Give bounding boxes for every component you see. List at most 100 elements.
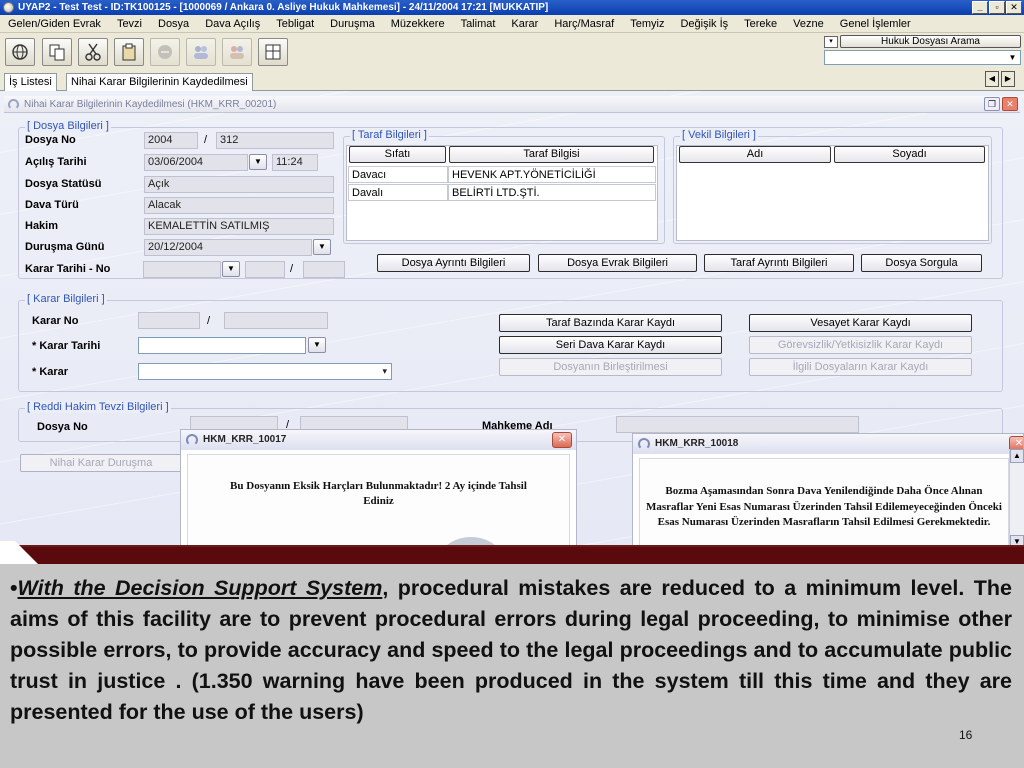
window-title: UYAP2 - Test Test - ID:TK100125 - [10000… (18, 2, 549, 13)
taraf-row-2-bilgi[interactable]: BELİRTİ LTD.ŞTİ. (448, 184, 656, 201)
taraf-col-bilgisi[interactable]: Taraf Bilgisi (449, 146, 654, 163)
durusma-gunu-dropdown[interactable]: ▼ (313, 239, 331, 255)
karar-no-num-field[interactable] (224, 312, 328, 329)
stop-button[interactable] (150, 38, 180, 66)
karar-tarihi-dropdown-button[interactable]: ▼ (308, 337, 326, 353)
vesayet-karar-button[interactable]: Vesayet Karar Kaydı (749, 314, 972, 332)
karar-no-year-field[interactable] (138, 312, 200, 329)
close-button[interactable]: ✕ (1006, 1, 1022, 14)
search-dropdown-toggle[interactable]: ▾ (824, 36, 838, 48)
menu-item-6[interactable]: Duruşma (322, 15, 383, 33)
tab-prev-button[interactable]: ◀ (985, 71, 999, 87)
dosya-no-year-field[interactable]: 2004 (144, 132, 198, 149)
inner-restore-button[interactable]: ❐ (984, 97, 1000, 111)
durusma-gunu-field[interactable]: 20/12/2004 (144, 239, 312, 256)
globe-button[interactable] (5, 38, 35, 66)
karar-no-year-field[interactable] (245, 261, 285, 278)
dosya-bilgileri-title: [ Dosya Bilgileri ] (25, 120, 111, 132)
chevron-down-icon: ▼ (318, 242, 326, 251)
menu-item-1[interactable]: Gelen/Giden Evrak (0, 15, 109, 33)
calculator-button[interactable] (258, 38, 288, 66)
gorevsizlik-karar-button[interactable]: Görevsizlik/Yetkisizlik Karar Kaydı (749, 336, 972, 354)
durusma-gunu-label: Duruşma Günü (25, 241, 105, 253)
users-button[interactable] (186, 38, 216, 66)
chevron-down-icon: ▼ (313, 340, 321, 349)
group-icon (230, 46, 244, 59)
maximize-button[interactable]: ▫ (989, 1, 1005, 14)
dialog-10017-body: Bu Dosyanın Eksik Harçları Bulunmaktadır… (187, 454, 570, 549)
hakim-field[interactable]: KEMALETTİN SATILMIŞ (144, 218, 334, 235)
cut-icon (85, 43, 101, 61)
main-scrollbar[interactable]: ▲ ▼ (1009, 449, 1024, 549)
stop-icon (158, 45, 172, 59)
menu-item-5[interactable]: Tebligat (268, 15, 322, 33)
scroll-up-icon[interactable]: ▲ (1010, 449, 1024, 463)
calculator-icon (265, 44, 281, 60)
cut-button[interactable] (78, 38, 108, 66)
seri-dava-karar-button[interactable]: Seri Dava Karar Kaydı (499, 336, 722, 354)
dosya-no-num-field[interactable]: 312 (216, 132, 334, 149)
menu-item-8[interactable]: Talimat (453, 15, 504, 33)
tab-next-button[interactable]: ▶ (1001, 71, 1015, 87)
karar-select[interactable]: ▾ (138, 363, 392, 380)
vekil-col-adi[interactable]: Adı (679, 146, 831, 163)
minimize-button[interactable]: _ (972, 1, 988, 14)
karar-tarihi-input[interactable] (138, 337, 306, 354)
hukuk-dosyasi-arama-button[interactable]: Hukuk Dosyası Arama (840, 35, 1021, 48)
uyap-logo-icon (186, 434, 198, 446)
karar-tarihi-dropdown[interactable]: ▼ (222, 261, 240, 277)
dosya-birlestirme-button[interactable]: Dosyanın Birleştirilmesi (499, 358, 722, 376)
dava-turu-field[interactable]: Alacak (144, 197, 334, 214)
menu-item-10[interactable]: Harç/Masraf (546, 15, 622, 33)
menu-item-15[interactable]: Genel İşlemler (832, 15, 919, 33)
inner-close-button[interactable]: ✕ (1002, 97, 1018, 111)
reddi-dosya-no-label: Dosya No (37, 421, 88, 433)
dialog-10018-title-bar: HKM_KRR_10018 ✕ (633, 434, 1023, 454)
search-select[interactable]: ▼ (824, 50, 1021, 65)
menu-item-7[interactable]: Müzekkere (383, 15, 453, 33)
chevron-down-icon: ▼ (227, 264, 235, 273)
dosya-sorgula-button[interactable]: Dosya Sorgula (861, 254, 982, 272)
tab-nihai-karar[interactable]: Nihai Karar Bilgilerinin Kaydedilmesi (66, 73, 253, 91)
menu-item-14[interactable]: Vezne (785, 15, 832, 33)
karar-no-num-field[interactable] (303, 261, 345, 278)
acilis-tarihi-field[interactable]: 03/06/2004 (144, 154, 248, 171)
menu-item-9[interactable]: Karar (503, 15, 546, 33)
ilgili-dosyalar-karar-button[interactable]: İlgili Dosyaların Karar Kaydı (749, 358, 972, 376)
karar-tarihi-no-separator: / (290, 263, 294, 275)
taraf-row-1-sifat[interactable]: Davacı (348, 166, 448, 183)
group-button[interactable] (222, 38, 252, 66)
app-title-bar[interactable]: UYAP2 - Test Test - ID:TK100125 - [10000… (0, 0, 1024, 15)
inner-window-controls: ❐ ✕ (984, 97, 1018, 111)
menu-item-4[interactable]: Dava Açılış (197, 15, 268, 33)
acilis-saati-field[interactable]: 11:24 (272, 154, 318, 171)
dialog-10017-title-bar: HKM_KRR_10017 ✕ (181, 430, 576, 450)
mahkeme-adi-field[interactable] (616, 416, 859, 433)
tab-is-listesi[interactable]: İş Listesi (4, 73, 57, 91)
menu-item-12[interactable]: Değişik İş (672, 15, 736, 33)
uyap-logo-icon (638, 438, 650, 450)
hakim-label: Hakim (25, 220, 59, 232)
copy-button[interactable] (42, 38, 72, 66)
dosya-evrak-button[interactable]: Dosya Evrak Bilgileri (538, 254, 697, 272)
karar-tarihi-field[interactable] (143, 261, 221, 278)
menu-item-11[interactable]: Temyiz (622, 15, 672, 33)
menu-item-13[interactable]: Tereke (736, 15, 785, 33)
taraf-ayrinti-button[interactable]: Taraf Ayrıntı Bilgileri (704, 254, 854, 272)
taraf-row-2-sifat[interactable]: Davalı (348, 184, 448, 201)
dosya-no-separator: / (204, 134, 208, 146)
copy-icon (49, 44, 65, 61)
acilis-tarihi-dropdown[interactable]: ▼ (249, 154, 267, 170)
vekil-col-soyadi[interactable]: Soyadı (834, 146, 985, 163)
paste-button[interactable] (114, 38, 144, 66)
nihai-karar-durusma-button[interactable]: Nihai Karar Duruşma (20, 454, 182, 472)
taraf-col-sifati[interactable]: Sıfatı (349, 146, 446, 163)
taraf-bazinda-karar-button[interactable]: Taraf Bazında Karar Kaydı (499, 314, 722, 332)
menu-item-2[interactable]: Tevzi (109, 15, 150, 33)
dosya-ayrinti-button[interactable]: Dosya Ayrıntı Bilgileri (377, 254, 530, 272)
taraf-row-1-bilgi[interactable]: HEVENK APT.YÖNETİCİLİĞİ (448, 166, 656, 183)
dosya-statusu-field[interactable]: Açık (144, 176, 334, 193)
dialog-10017-close-button[interactable]: ✕ (552, 432, 572, 448)
menu-item-3[interactable]: Dosya (150, 15, 197, 33)
slide-page-number: 16 (959, 728, 973, 742)
